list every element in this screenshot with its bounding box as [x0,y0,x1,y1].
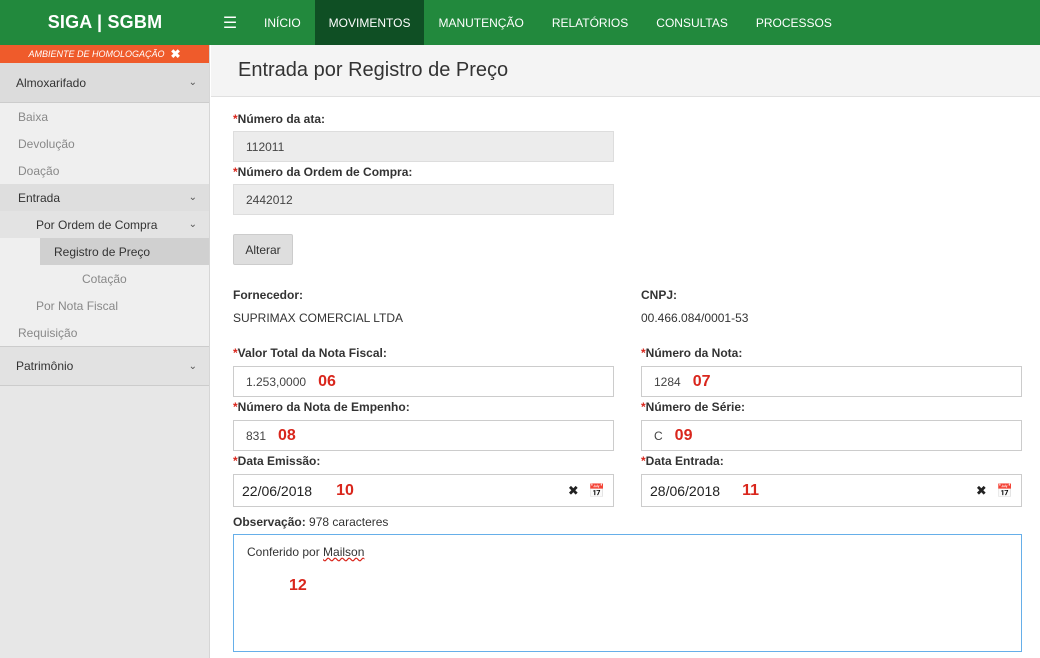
label-text: Número da Nota de Empenho: [237,400,410,414]
field-value: 2442012 [246,192,293,207]
numero-ata-label: *Número da ata: [233,112,325,126]
close-icon[interactable]: ✖ [976,483,987,499]
sidebar-item-baixa[interactable]: Baixa [0,103,209,130]
chevron-down-icon: ⌄ [188,360,197,372]
environment-label: AMBIENTE DE HOMOLOGAÇÃO [28,49,165,59]
sidebar: AMBIENTE DE HOMOLOGAÇÃO ✖ Almoxarifado ⌄… [0,45,210,658]
numero-ordem-field[interactable]: 2442012 [233,184,614,215]
valor-total-field[interactable]: 1.253,0000 06 [233,366,614,397]
chevron-down-icon: ⌄ [188,192,197,203]
calendar-icon[interactable]: 📅 [589,483,605,499]
annotation-marker: 06 [318,372,336,390]
label-text: Valor Total da Nota Fiscal: [237,346,387,360]
fornecedor-value: SUPRIMAX COMERCIAL LTDA [233,311,404,325]
nota-empenho-field[interactable]: 831 08 [233,420,614,451]
calendar-icon[interactable]: 📅 [997,483,1013,499]
field-value: 1284 [654,374,681,389]
close-icon[interactable]: ✖ [568,483,579,499]
sidebar-section-label: Almoxarifado [16,75,87,90]
label-text: Data Emissão: [237,454,321,468]
nav-inicio[interactable]: INÍCIO [250,0,315,45]
text-name: Mailson [323,545,365,559]
top-navbar: SIGA | SGBM ☰ INÍCIO MOVIMENTOS MANUTENÇ… [0,0,1040,45]
sidebar-section-label: Patrimônio [16,359,74,373]
char-counter: 978 caracteres [309,515,389,529]
annotation-marker: 07 [692,372,711,390]
sidebar-item-doacao[interactable]: Doação [0,157,209,184]
data-emissao-label: *Data Emissão: [233,454,320,468]
brand-logo[interactable]: SIGA | SGBM [0,0,210,45]
label-text: Número de Série: [645,400,746,414]
main-menu: ☰ INÍCIO MOVIMENTOS MANUTENÇÃO RELATÓRIO… [210,0,846,45]
label-text: Data Entrada: [645,454,724,468]
sidebar-list: Baixa Devolução Doação Entrada ⌄ Por Ord… [0,103,209,346]
label-text: Observação: [233,515,306,529]
alterar-button[interactable]: Alterar [233,234,293,265]
sidebar-item-cotacao[interactable]: Cotação [0,265,209,292]
tools-icon: ✖ [170,47,181,61]
label-text: Número da ata: [237,112,326,126]
label-text: Número da Ordem de Compra: [237,165,413,179]
annotation-marker: 10 [336,481,354,499]
date-actions: ✖ 📅 [568,475,605,506]
sidebar-section-patrimonio[interactable]: Patrimônio ⌄ [0,346,209,386]
sidebar-item-entrada[interactable]: Entrada ⌄ [0,184,209,211]
nota-empenho-label: *Número da Nota de Empenho: [233,400,410,414]
fornecedor-label: Fornecedor: [233,288,304,302]
numero-ata-field[interactable]: 112011 [233,131,614,162]
label-text: Número da Nota: [645,346,743,360]
field-value: C [654,428,663,443]
observacao-label: Observação: 978 caracteres [233,515,388,529]
chevron-down-icon: ⌄ [188,219,197,230]
date-actions: ✖ 📅 [976,475,1013,506]
sidebar-item-por-ordem-de-compra[interactable]: Por Ordem de Compra ⌄ [0,211,209,238]
field-value: 1.253,0000 [246,374,307,389]
chevron-down-icon: ⌄ [188,77,197,88]
numero-serie-label: *Número de Série: [641,400,745,414]
sidebar-item-devolucao[interactable]: Devolução [0,130,209,157]
numero-ordem-label: *Número da Ordem de Compra: [233,165,412,179]
nav-relatorios[interactable]: RELATÓRIOS [538,0,642,45]
annotation-marker: 11 [742,481,759,499]
sidebar-item-label: Entrada [18,190,61,205]
sidebar-item-por-nota-fiscal[interactable]: Por Nota Fiscal [0,292,209,319]
environment-banner: AMBIENTE DE HOMOLOGAÇÃO ✖ [0,45,209,63]
observacao-text: Conferido por Mailson [247,545,364,559]
field-value: 831 [246,428,267,443]
sidebar-item-requisicao[interactable]: Requisição [0,319,209,346]
numero-nota-field[interactable]: 1284 07 [641,366,1022,397]
cnpj-value: 00.466.084/0001-53 [641,311,749,325]
nav-movimentos[interactable]: MOVIMENTOS [314,0,425,45]
sidebar-section-almoxarifado[interactable]: Almoxarifado ⌄ [0,63,209,103]
data-entrada-label: *Data Entrada: [641,454,724,468]
annotation-marker: 12 [289,577,307,594]
nav-manutencao[interactable]: MANUTENÇÃO [424,0,537,45]
hamburger-icon[interactable]: ☰ [210,0,250,45]
data-emissao-field[interactable]: 22/06/2018 10 ✖ 📅 [233,474,614,507]
annotation-marker: 09 [674,426,693,444]
nav-consultas[interactable]: CONSULTAS [642,0,742,45]
sidebar-item-registro-de-preco[interactable]: Registro de Preço [40,238,209,265]
sidebar-item-label: Por Ordem de Compra [36,217,158,232]
page-title: Entrada por Registro de Preço [238,59,509,81]
cnpj-label: CNPJ: [641,288,678,302]
data-entrada-field[interactable]: 28/06/2018 11 ✖ 📅 [641,474,1022,507]
text-prefix: Conferido por [247,545,324,559]
field-value: 112011 [246,139,285,154]
nav-processos[interactable]: PROCESSOS [742,0,846,45]
field-value: 22/06/2018 [242,482,313,499]
valor-total-label: *Valor Total da Nota Fiscal: [233,346,387,360]
numero-nota-label: *Número da Nota: [641,346,742,360]
annotation-marker: 08 [278,426,296,444]
main-content: Entrada por Registro de Preço *Número da… [211,45,1040,658]
field-value: 28/06/2018 [650,482,721,499]
numero-serie-field[interactable]: C 09 [641,420,1022,451]
page-header: Entrada por Registro de Preço [211,45,1040,97]
